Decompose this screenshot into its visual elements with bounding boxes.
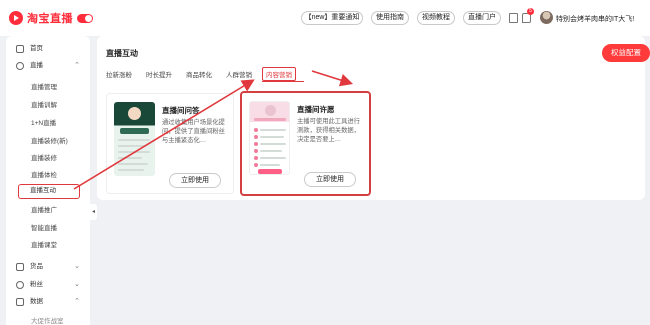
sidebar-item-live[interactable]: 直播 ⌃ [6,59,90,73]
card-title: 直播间许愿 [297,105,335,114]
tab-new-fans[interactable]: 拉新涨粉 [106,69,132,79]
theme-toggle-icon[interactable] [77,13,93,23]
card-title: 直播间问答 [162,106,200,115]
tool-card-wish[interactable]: 直播间许愿 主播可使用此工具进行测款，获得相关数据，决定是否要上… 立即使用 [240,91,371,196]
home-icon [16,45,24,53]
tab-conversion[interactable]: 商品转化 [186,69,212,79]
sidebar-item-label: 直播 [30,62,43,69]
tab-crowd-marketing[interactable]: 人群营销 [226,69,252,79]
chevron-down-icon: ⌄ [74,263,80,270]
goods-icon [16,263,24,271]
active-tab-underline [262,81,304,82]
sidebar-item-fans[interactable]: 粉丝 ⌄ [6,278,90,292]
sidebar-item-data[interactable]: 数据 ⌃ [6,295,90,309]
sidebar-item-home[interactable]: 首页 [6,42,90,56]
sidebar-item-label: 数据 [30,298,43,305]
sidebar: 首页 直播 ⌃ 直播管理 直播训解 1+N直播 直播装修(新) 直播装修 直播体… [6,36,97,325]
chevron-down-icon: ⌄ [74,281,80,288]
card-description: 通过收集用户场景化提问，提供了直播间粉丝与主播紧态化… [162,119,225,144]
sidebar-item-war-room[interactable]: 大促作战室 [6,315,90,325]
play-logo-icon [9,11,23,25]
sidebar-item-live-promotion[interactable]: 直播推广 [6,204,90,218]
tab-content-marketing[interactable]: 内容营销 [262,67,296,81]
sidebar-item-live-class[interactable]: 直播课堂 [6,239,90,253]
sidebar-item-label: 粉丝 [30,281,43,288]
sidebar-item-label: 首页 [30,45,43,52]
sidebar-item-live-decor-new[interactable]: 直播装修(新) [6,135,90,149]
sidebar-item-live-interaction[interactable]: 直播互动 [18,184,80,199]
sidebar-item-smart-live[interactable]: 智能直播 [6,222,90,236]
quota-config-button[interactable]: 权益配置 [602,44,650,62]
data-icon [16,298,24,306]
logo-text: 淘宝直播 [27,13,73,25]
sidebar-item-live-decor[interactable]: 直播装修 [6,152,90,166]
live-icon [16,62,24,70]
video-tutorial-button[interactable]: 视频教程 [417,11,455,25]
page-title: 直播互动 [106,49,138,58]
taobao-live-logo[interactable]: 淘宝直播 [9,10,93,26]
main-panel: 直播互动 权益配置 拉新涨粉 时长提升 商品转化 人群营销 内容营销 直播间问答… [97,36,650,200]
collapse-sidebar-icon[interactable]: ◂ [90,204,97,220]
sidebar-item-goods[interactable]: 货品 ⌄ [6,260,90,274]
notification-badge: 5 [527,8,534,15]
sidebar-item-live-checkup[interactable]: 直播体检 [6,169,90,183]
card-description: 主播可使用此工具进行测款，获得相关数据，决定是否要上… [297,118,360,143]
fans-icon [16,281,24,289]
sidebar-item-1n-live[interactable]: 1+N直播 [6,117,90,131]
guide-button[interactable]: 使用指南 [371,11,409,25]
qa-preview-image [114,102,155,176]
avatar[interactable] [540,11,553,24]
wish-preview-image [249,101,290,175]
chevron-up-icon: ⌃ [74,62,80,69]
top-bar: 淘宝直播 【new】重要通知 使用指南 视频教程 直播门户 5 特别会烤羊肉串的… [0,0,650,36]
live-portal-button[interactable]: 直播门户 [463,11,501,25]
chevron-up-icon: ⌃ [74,298,80,305]
sidebar-item-label: 货品 [30,263,43,270]
use-now-button[interactable]: 立即使用 [304,172,356,187]
tab-duration[interactable]: 时长提升 [146,69,172,79]
sidebar-item-live-management[interactable]: 直播管理 [6,81,90,95]
notice-button[interactable]: 【new】重要通知 [301,11,363,25]
username[interactable]: 特别会烤羊肉串的IT大飞! [556,14,634,24]
sidebar-item-live-explain[interactable]: 直播训解 [6,99,90,113]
tool-card-qa[interactable]: 直播间问答 通过收集用户场景化提问，提供了直播间粉丝与主播紧态化… 立即使用 [106,93,234,194]
use-now-button[interactable]: 立即使用 [169,173,221,188]
document-icon[interactable] [509,13,518,23]
